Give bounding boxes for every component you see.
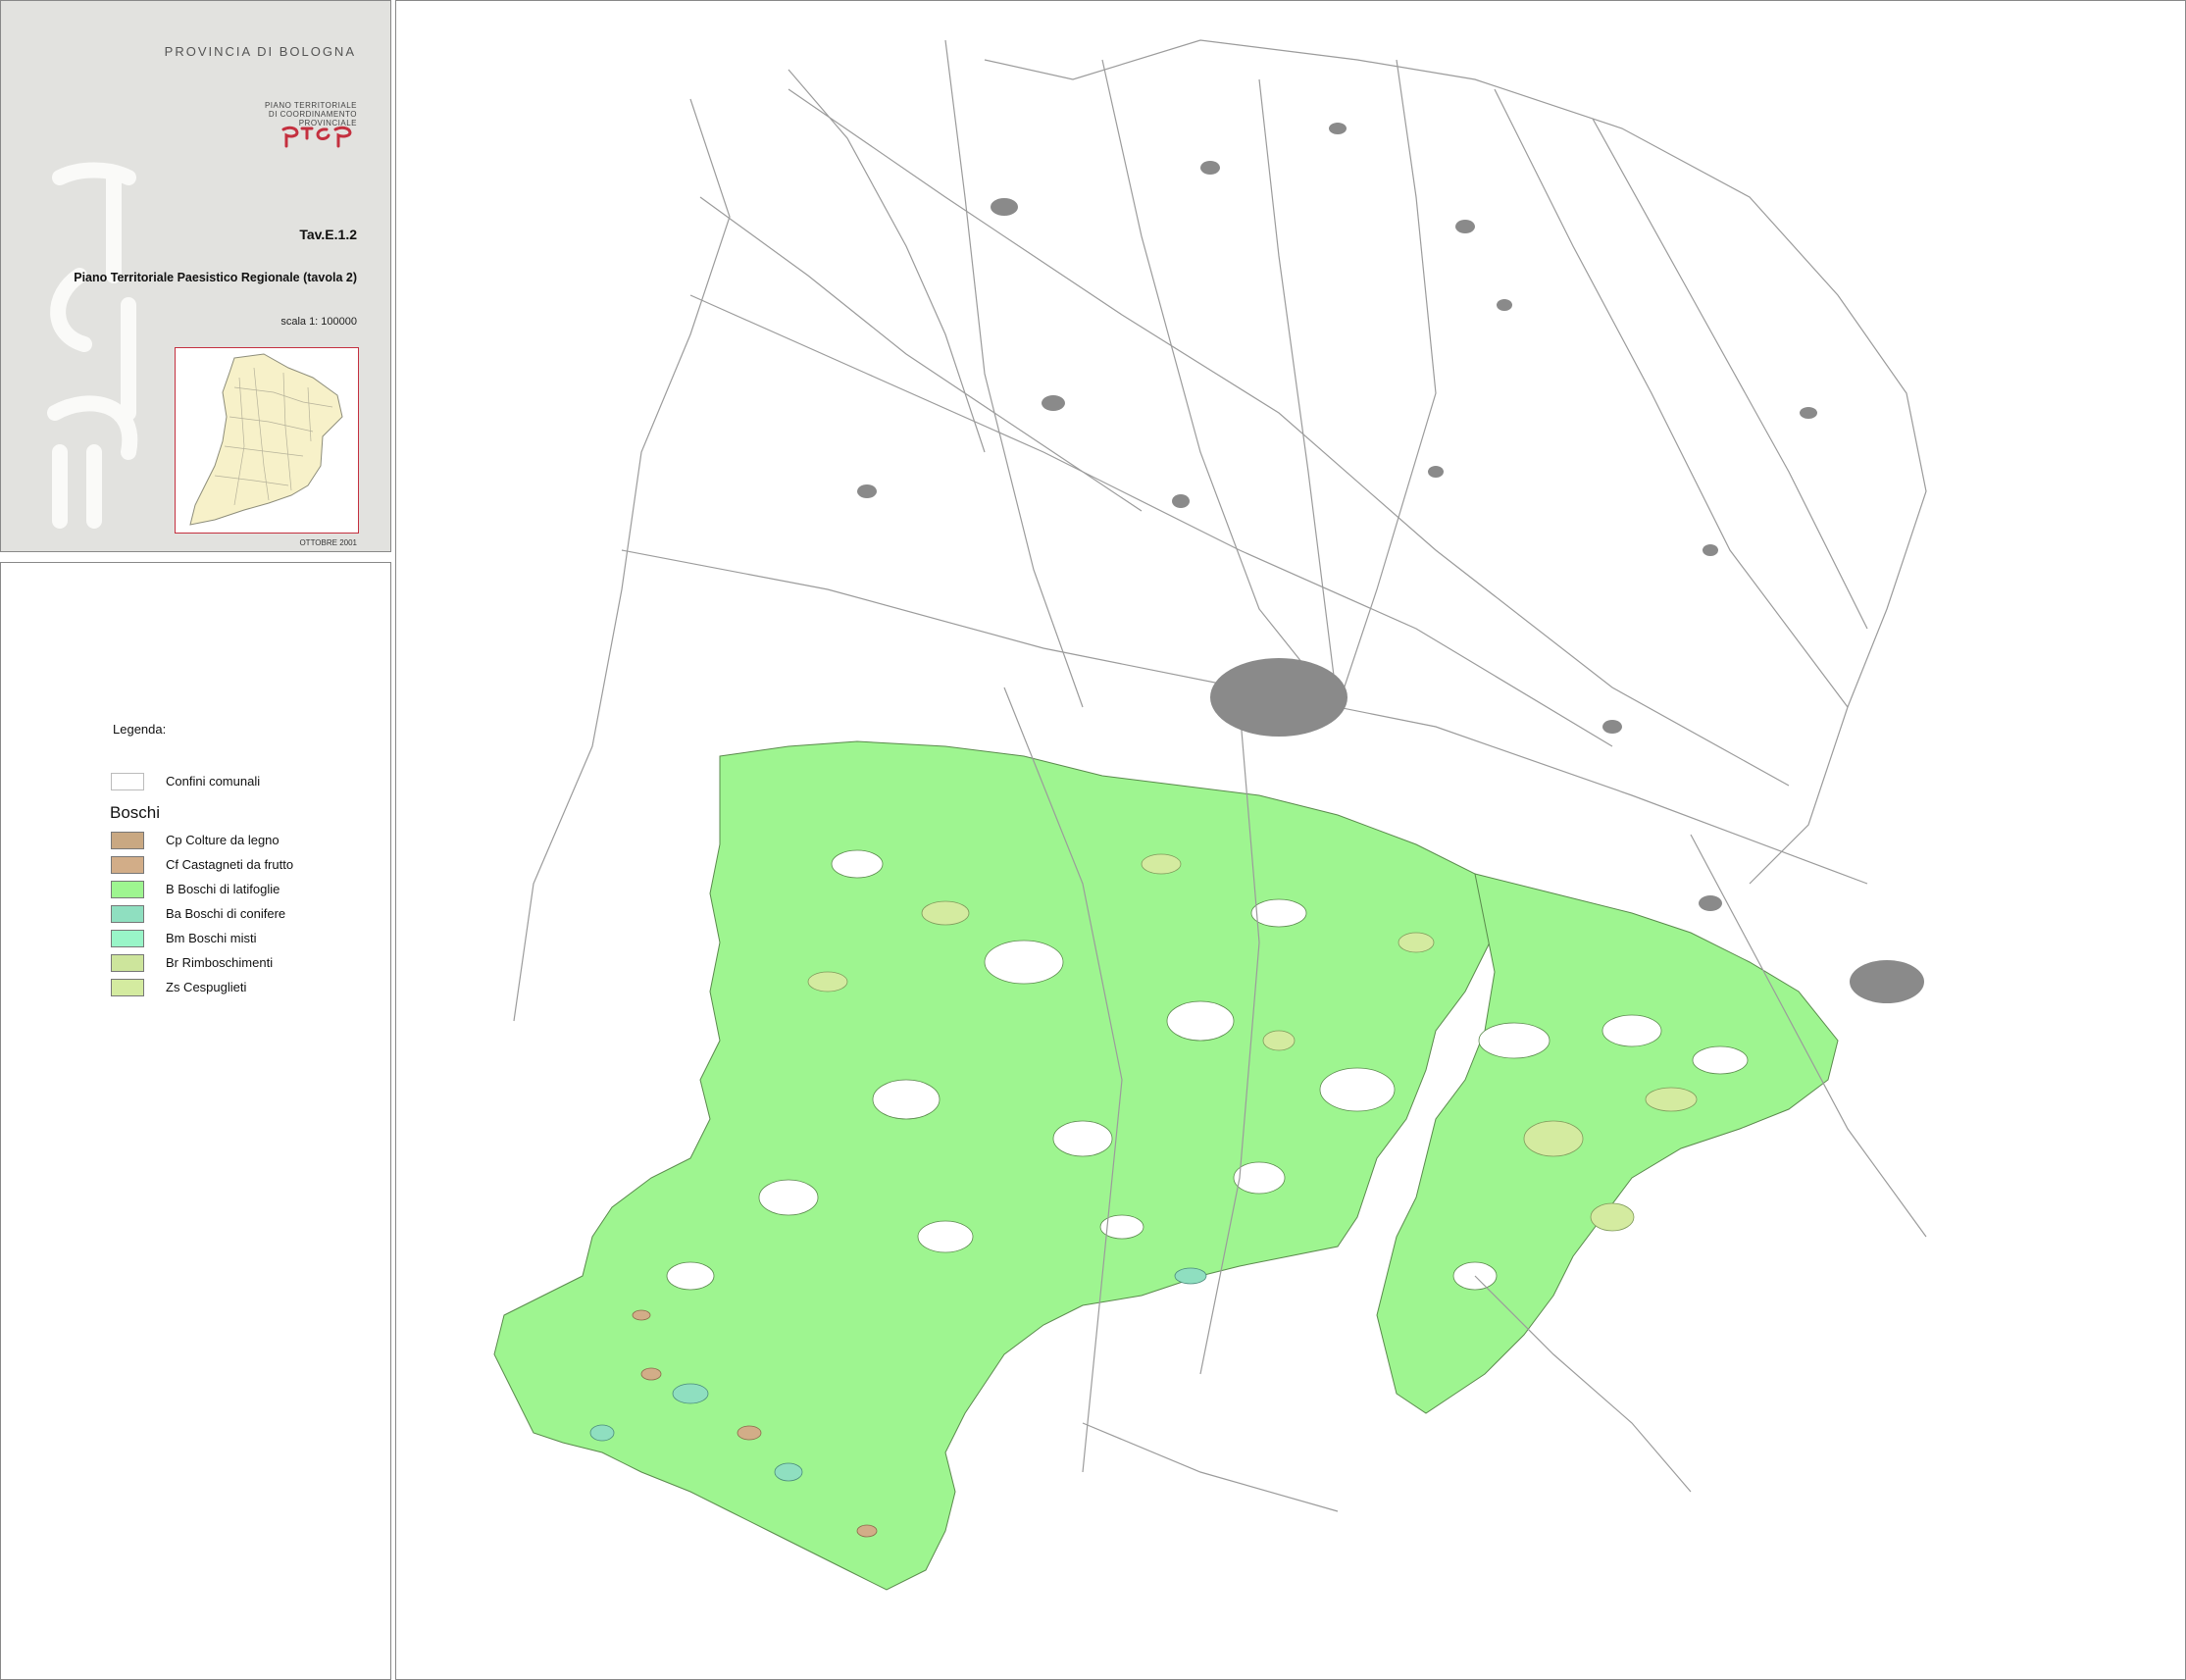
imola-urban bbox=[1850, 960, 1924, 1003]
legend-item: Bm Boschi misti bbox=[111, 926, 293, 950]
forest-map bbox=[493, 39, 1927, 1591]
legend-item: Zs Cespuglieti bbox=[111, 975, 293, 999]
table-id: Tav.E.1.2 bbox=[299, 227, 357, 242]
legend-item: Cp Colture da legno bbox=[111, 828, 293, 852]
ptcp-logo-text: PIANO TERRITORIALE DI COORDINAMENTO PROV… bbox=[265, 101, 357, 127]
legend-item: Ba Boschi di conifere bbox=[111, 901, 293, 926]
legend-swatch bbox=[111, 855, 144, 874]
map-scale: scala 1: 100000 bbox=[280, 316, 357, 328]
legend-item-confini: Confini comunali bbox=[111, 769, 260, 793]
forest-area bbox=[493, 740, 1505, 1591]
publication-date: OTTOBRE 2001 bbox=[299, 538, 357, 547]
legend-label: Cf Castagneti da frutto bbox=[166, 857, 294, 872]
legend-item: Br Rimboschimenti bbox=[111, 950, 293, 975]
legend-swatch-confini bbox=[111, 772, 144, 790]
legend-swatch bbox=[111, 953, 144, 972]
legend-item: B Boschi di latifoglie bbox=[111, 877, 293, 901]
legend-label: Cp Colture da legno bbox=[166, 833, 280, 847]
legend-panel: Legenda: Confini comunali Boschi Cp Colt… bbox=[0, 562, 391, 1680]
legend-label: B Boschi di latifoglie bbox=[166, 882, 280, 896]
bologna-urban bbox=[1210, 658, 1347, 737]
legend-item: Cf Castagneti da frutto bbox=[111, 852, 293, 877]
legend-group-title: Boschi bbox=[110, 803, 161, 822]
legend-swatch bbox=[111, 904, 144, 923]
ptcp-watermark-logo bbox=[47, 162, 138, 529]
legend-heading: Legenda: bbox=[113, 722, 167, 737]
legend-label: Br Rimboschimenti bbox=[166, 955, 274, 970]
logo-line-1: PIANO TERRITORIALE bbox=[264, 101, 357, 110]
legend-swatch bbox=[111, 831, 144, 849]
ptcp-red-logo bbox=[281, 126, 352, 148]
legend-label: Ba Boschi di conifere bbox=[166, 906, 286, 921]
province-outline-map bbox=[189, 353, 343, 526]
legend-label-confini: Confini comunali bbox=[166, 774, 261, 789]
plan-title: Piano Territoriale Paesistico Regionale … bbox=[74, 271, 357, 284]
province-name: PROVINCIA DI BOLOGNA bbox=[164, 44, 356, 59]
legend-swatch bbox=[111, 880, 144, 898]
legend-label: Bm Boschi misti bbox=[166, 931, 257, 945]
legend-label: Zs Cespuglieti bbox=[166, 980, 247, 994]
logo-line-2: DI COORDINAMENTO bbox=[268, 110, 357, 119]
province-locator-inset bbox=[175, 347, 359, 534]
legend-list: Cp Colture da legno Cf Castagneti da frut… bbox=[111, 828, 293, 999]
legend-swatch bbox=[111, 978, 144, 996]
legend-swatch bbox=[111, 929, 144, 947]
title-panel: PROVINCIA DI BOLOGNA PIANO TERRITORIALE … bbox=[0, 0, 391, 552]
map-panel bbox=[395, 0, 2186, 1680]
